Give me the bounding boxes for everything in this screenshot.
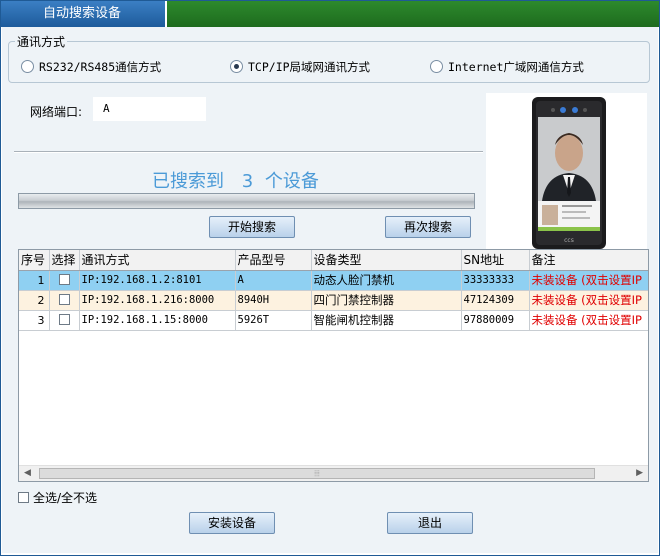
row-comm: IP:192.168.1.2:8101	[79, 270, 236, 291]
search-status: 已搜索到 3 个设备	[152, 167, 319, 193]
row-note[interactable]: 未装设备 (双击设置IP	[529, 310, 648, 331]
col-model[interactable]: 产品型号	[235, 250, 312, 271]
device-table: 序号 选择 通讯方式 产品型号 设备类型 SN地址 备注 1 IP:192.16…	[18, 249, 649, 482]
title-bar: 自动搜索设备	[1, 1, 659, 27]
dialog-window: 自动搜索设备 通讯方式 RS232/RS485通信方式 TCP/IP局域网通讯方…	[0, 0, 660, 556]
row-select-cell[interactable]	[49, 290, 80, 311]
col-type[interactable]: 设备类型	[311, 250, 462, 271]
row-type: 四门门禁控制器	[311, 290, 462, 311]
row-note[interactable]: 未装设备 (双击设置IP	[529, 290, 648, 311]
search-status-prefix: 已搜索到	[152, 171, 224, 192]
row-checkbox[interactable]	[58, 274, 70, 285]
search-progress-bar	[18, 193, 475, 209]
row-model: A	[235, 270, 312, 291]
col-select[interactable]: 选择	[49, 250, 80, 271]
scroll-thumb[interactable]: ⦙⦙⦙	[39, 468, 595, 479]
row-note[interactable]: 未装设备 (双击设置IP	[529, 270, 648, 291]
select-all-checkbox[interactable]: 全选/全不选	[18, 489, 97, 506]
row-sn: 97880009	[461, 310, 530, 331]
search-status-suffix: 个设备	[264, 171, 319, 192]
col-comm[interactable]: 通讯方式	[79, 250, 236, 271]
radio-tcpip[interactable]: TCP/IP局域网通讯方式	[230, 59, 370, 75]
radio-tcpip-label: TCP/IP局域网通讯方式	[248, 60, 371, 74]
radio-internet[interactable]: Internet广域网通信方式	[430, 59, 584, 75]
port-input[interactable]: A	[93, 97, 206, 121]
install-device-button[interactable]: 安装设备	[189, 512, 275, 534]
row-checkbox[interactable]	[58, 314, 70, 325]
table-row[interactable]: 2 IP:192.168.1.216:8000 8940H 四门门禁控制器 47…	[19, 290, 648, 311]
row-comm: IP:192.168.1.216:8000	[79, 290, 236, 311]
row-checkbox[interactable]	[58, 294, 70, 305]
comm-mode-legend: 通讯方式	[15, 33, 68, 50]
row-type: 动态人脸门禁机	[311, 270, 462, 291]
table-header-row: 序号 选择 通讯方式 产品型号 设备类型 SN地址 备注	[19, 250, 648, 271]
dialog-body: 通讯方式 RS232/RS485通信方式 TCP/IP局域网通讯方式 Inter…	[2, 27, 658, 553]
row-select-cell[interactable]	[49, 310, 80, 331]
device-photo: ccs	[486, 93, 647, 251]
row-model: 8940H	[235, 290, 312, 311]
search-again-button[interactable]: 再次搜索	[385, 216, 471, 238]
col-sn[interactable]: SN地址	[461, 250, 530, 271]
device-brand: ccs	[564, 237, 574, 244]
scroll-left-icon[interactable]: ◀	[24, 468, 31, 478]
row-index: 2	[19, 290, 50, 311]
search-count: 3	[241, 171, 254, 192]
row-index: 3	[19, 310, 50, 331]
col-note[interactable]: 备注	[529, 250, 648, 271]
radio-internet-circle[interactable]	[430, 60, 443, 73]
row-type: 智能闸机控制器	[311, 310, 462, 331]
radio-rs232[interactable]: RS232/RS485通信方式	[21, 59, 161, 75]
table-row[interactable]: 3 IP:192.168.1.15:8000 5926T 智能闸机控制器 978…	[19, 310, 648, 331]
horizontal-scrollbar[interactable]: ◀ ⦙⦙⦙ ▶	[19, 465, 648, 481]
table-row[interactable]: 1 IP:192.168.1.2:8101 A 动态人脸门禁机 33333333…	[19, 270, 648, 291]
col-index[interactable]: 序号	[19, 250, 50, 271]
row-sn: 47124309	[461, 290, 530, 311]
row-index: 1	[19, 270, 50, 291]
row-model: 5926T	[235, 310, 312, 331]
divider	[14, 151, 483, 153]
select-all-label: 全选/全不选	[33, 491, 98, 505]
row-sn: 33333333	[461, 270, 530, 291]
device-table-grid: 序号 选择 通讯方式 产品型号 设备类型 SN地址 备注 1 IP:192.16…	[19, 250, 648, 331]
row-select-cell[interactable]	[49, 270, 80, 291]
start-search-button[interactable]: 开始搜索	[209, 216, 295, 238]
radio-rs232-circle[interactable]	[21, 60, 34, 73]
radio-tcpip-circle[interactable]	[230, 60, 243, 73]
radio-internet-label: Internet广域网通信方式	[448, 60, 584, 74]
radio-rs232-label: RS232/RS485通信方式	[39, 60, 162, 74]
comm-mode-group: 通讯方式 RS232/RS485通信方式 TCP/IP局域网通讯方式 Inter…	[8, 33, 650, 83]
row-comm: IP:192.168.1.15:8000	[79, 310, 236, 331]
face-terminal-image: ccs	[532, 97, 606, 249]
exit-button[interactable]: 退出	[387, 512, 473, 534]
window-title: 自动搜索设备	[1, 1, 167, 27]
scroll-right-icon[interactable]: ▶	[636, 468, 643, 478]
select-all-box[interactable]	[18, 492, 29, 503]
port-label: 网络端口:	[30, 105, 83, 119]
